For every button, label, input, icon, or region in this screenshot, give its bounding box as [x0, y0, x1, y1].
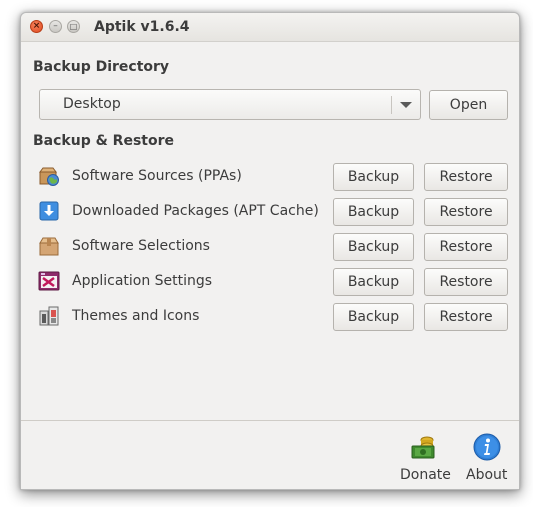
about-label: About: [466, 467, 508, 483]
package-box-icon: [39, 237, 59, 256]
minimize-window-button[interactable]: –: [49, 20, 62, 33]
restore-button[interactable]: Restore: [424, 303, 508, 331]
backup-directory-select[interactable]: Desktop: [39, 89, 421, 120]
backup-directory-heading: Backup Directory: [33, 59, 170, 75]
restore-button[interactable]: Restore: [424, 233, 508, 261]
restore-button[interactable]: Restore: [424, 163, 508, 191]
footer-divider: [21, 420, 519, 421]
window-title: Aptik v1.6.4: [94, 19, 190, 35]
backup-button[interactable]: Backup: [333, 233, 414, 261]
maximize-window-button[interactable]: □: [67, 20, 80, 33]
backup-button[interactable]: Backup: [333, 163, 414, 191]
backup-button[interactable]: Backup: [333, 198, 414, 226]
restore-button[interactable]: Restore: [424, 198, 508, 226]
chevron-down-icon[interactable]: [400, 102, 412, 108]
title-bar: × – □ Aptik v1.6.4: [21, 13, 519, 42]
close-window-button[interactable]: ×: [30, 20, 43, 33]
backup-button[interactable]: Backup: [333, 303, 414, 331]
info-icon: [473, 433, 501, 461]
item-label: Downloaded Packages (APT Cache): [72, 203, 319, 219]
app-window: × – □ Aptik v1.6.4 Backup Directory Desk…: [20, 12, 520, 490]
item-label: Software Sources (PPAs): [72, 168, 242, 184]
restore-button[interactable]: Restore: [424, 268, 508, 296]
open-button[interactable]: Open: [429, 90, 508, 120]
application-settings-icon: [38, 271, 60, 291]
combo-separator: [391, 96, 392, 114]
money-icon: [411, 436, 435, 459]
item-label: Software Selections: [72, 238, 210, 254]
backup-restore-heading: Backup & Restore: [33, 133, 174, 149]
download-arrow-icon: [39, 201, 59, 221]
item-label: Themes and Icons: [72, 308, 200, 324]
backup-directory-value: Desktop: [63, 96, 121, 112]
themes-paint-icon: [39, 306, 59, 326]
backup-button[interactable]: Backup: [333, 268, 414, 296]
donate-label: Donate: [400, 467, 451, 483]
item-label: Application Settings: [72, 273, 213, 289]
globe-package-icon: [39, 167, 59, 186]
